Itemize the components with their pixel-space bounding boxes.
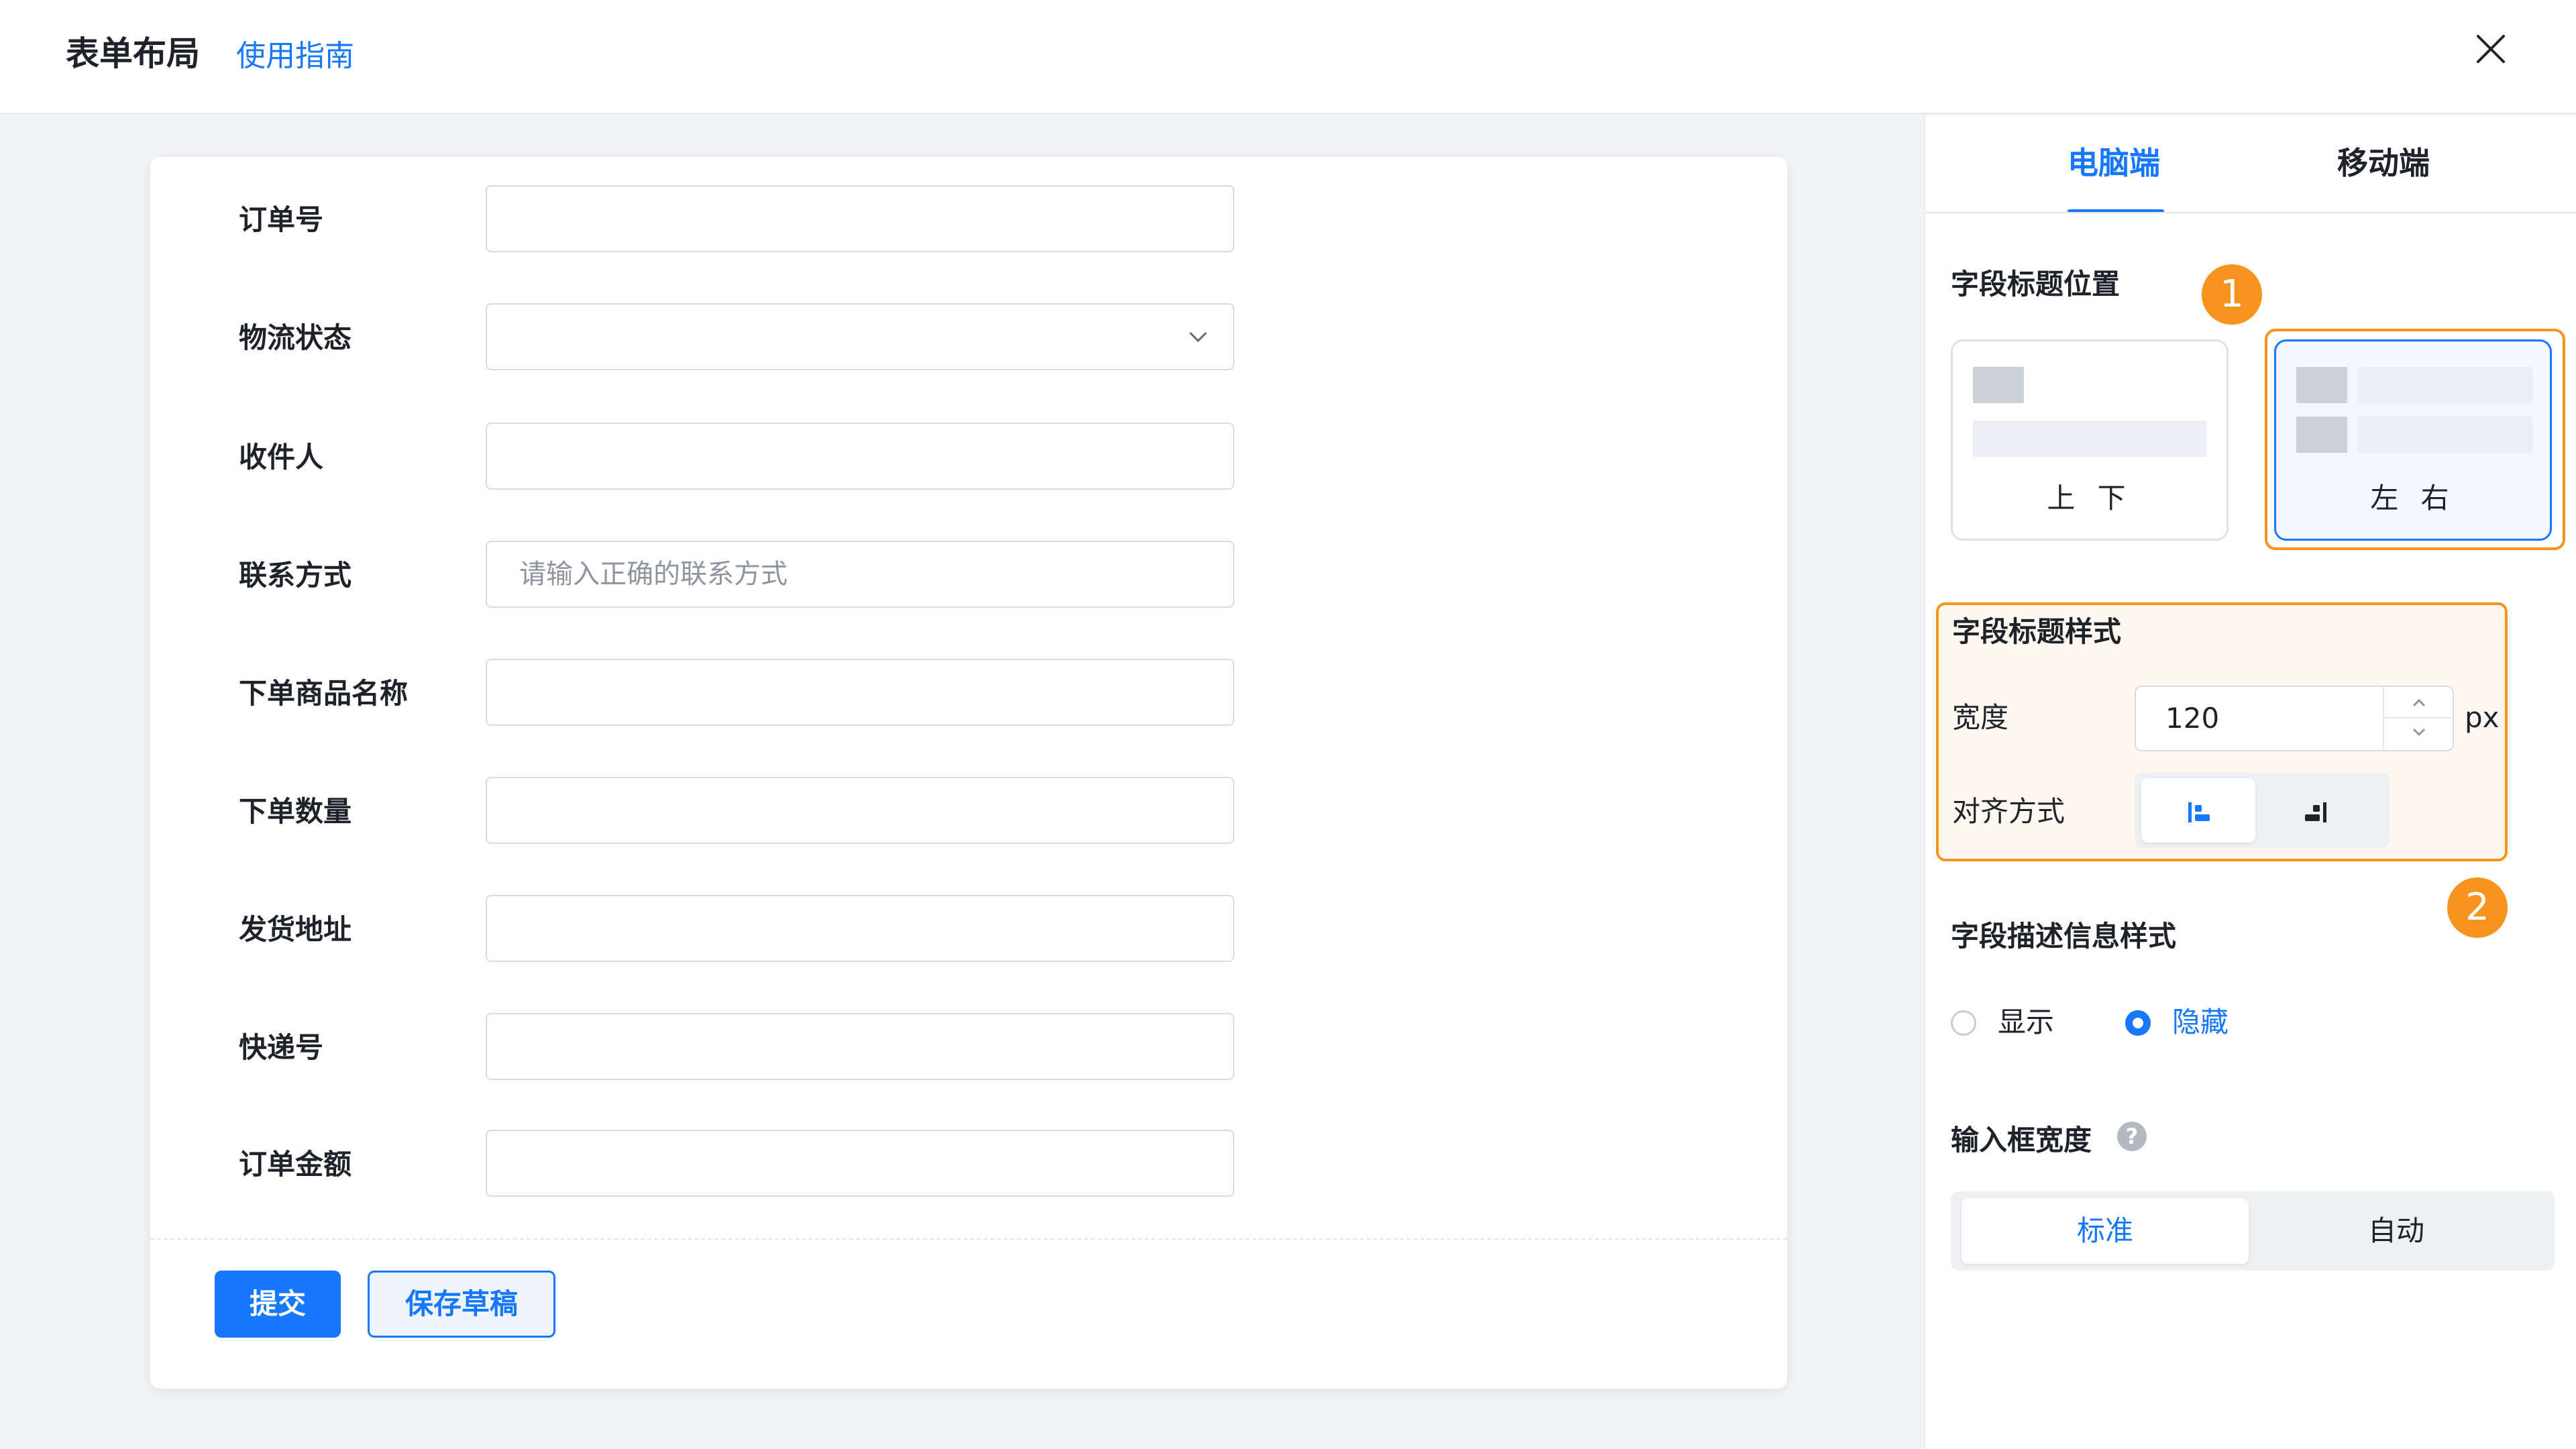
field-label: 订单号 — [239, 203, 324, 236]
width-stepper[interactable]: 120 — [2135, 686, 2454, 751]
form-row-recipient: 收件人 — [150, 423, 1787, 492]
align-left-icon — [2188, 802, 2210, 822]
width-label: 宽度 — [1952, 701, 2009, 734]
width-unit: px — [2465, 701, 2500, 734]
radio-show-label[interactable]: 显示 — [1998, 1004, 2054, 1041]
input-width-heading: 输入框宽度 — [1951, 1124, 2092, 1157]
description-style-heading: 字段描述信息样式 — [1951, 920, 2177, 953]
preview-label-block — [2296, 367, 2347, 403]
align-label: 对齐方式 — [1952, 795, 2065, 828]
layout-settings-panel: 电脑端 移动端 字段标题位置 1 上 下 左 右 字段标题样式 宽度 120 p… — [1924, 115, 2576, 1449]
tabs-divider — [1925, 212, 2576, 213]
radio-hide-label[interactable]: 隐藏 — [2172, 1004, 2229, 1041]
modal-header: 表单布局 使用指南 — [0, 0, 2576, 114]
field-label: 收件人 — [239, 441, 324, 474]
preview-label-block — [1973, 367, 2024, 403]
field-label: 发货地址 — [239, 913, 352, 946]
form-row-product-name: 下单商品名称 — [150, 659, 1787, 729]
form-row-logistics-status: 物流状态 — [150, 303, 1787, 373]
tracking-no-input[interactable] — [486, 1013, 1234, 1080]
width-value: 120 — [2165, 702, 2220, 735]
field-label: 快递号 — [239, 1031, 324, 1064]
increment-button[interactable] — [2384, 687, 2454, 718]
title-style-section: 字段标题样式 宽度 120 px 对齐方式 — [1936, 602, 2508, 861]
form-footer-divider — [150, 1238, 1787, 1240]
align-segmented-control — [2135, 773, 2390, 848]
field-label: 物流状态 — [239, 321, 352, 354]
decrement-button[interactable] — [2384, 718, 2454, 750]
field-label: 联系方式 — [239, 559, 352, 592]
form-row-amount: 订单金额 — [150, 1130, 1787, 1199]
submit-button[interactable]: 提交 — [215, 1271, 341, 1338]
recipient-input[interactable] — [486, 423, 1234, 490]
form-row-contact: 联系方式 请输入正确的联系方式 — [150, 541, 1787, 610]
stepper-controls — [2383, 687, 2454, 750]
guide-link[interactable]: 使用指南 — [236, 38, 354, 75]
tab-mobile[interactable]: 移动端 — [2337, 140, 2430, 186]
position-option-left-right[interactable]: 左 右 — [2274, 339, 2552, 541]
chevron-up-icon — [2412, 698, 2426, 707]
field-label: 订单金额 — [239, 1148, 352, 1181]
logistics-status-select[interactable] — [486, 303, 1234, 370]
quantity-input[interactable] — [486, 777, 1234, 844]
input-width-segmented-control: 标准 自动 — [1951, 1191, 2555, 1271]
step-badge-2: 2 — [2447, 877, 2508, 938]
radio-hide[interactable] — [2125, 1010, 2151, 1036]
title-position-heading: 字段标题位置 — [1951, 268, 2121, 301]
save-draft-button[interactable]: 保存草稿 — [368, 1271, 555, 1338]
preview-label-block — [2296, 417, 2347, 453]
field-label: 下单商品名称 — [239, 677, 409, 710]
product-name-input[interactable] — [486, 659, 1234, 726]
preview-input-block — [1973, 421, 2206, 457]
amount-input[interactable] — [486, 1130, 1234, 1197]
position-option-top-bottom[interactable]: 上 下 — [1951, 339, 2229, 541]
tab-desktop[interactable]: 电脑端 — [2068, 140, 2160, 186]
align-left-button[interactable] — [2141, 778, 2255, 843]
order-no-input[interactable] — [486, 185, 1234, 252]
chevron-down-icon — [1189, 331, 1208, 343]
align-right-button[interactable] — [2259, 778, 2373, 843]
form-row-address: 发货地址 — [150, 895, 1787, 965]
close-icon[interactable] — [2474, 32, 2508, 66]
title-style-heading: 字段标题样式 — [1952, 615, 2122, 648]
form-row-tracking-no: 快递号 — [150, 1013, 1787, 1083]
position-option-label: 左 右 — [2370, 482, 2456, 515]
preview-input-block — [2358, 367, 2532, 403]
field-label: 下单数量 — [239, 795, 352, 828]
position-option-label: 上 下 — [2047, 482, 2133, 515]
radio-show[interactable] — [1951, 1010, 1976, 1036]
input-width-standard-button[interactable]: 标准 — [1962, 1198, 2249, 1264]
form-preview-card: 订单号 物流状态 收件人 联系方式 请输入正确的联系方式 下单商品名称 下单数量… — [150, 157, 1787, 1389]
align-right-icon — [2305, 802, 2326, 822]
form-row-order-no: 订单号 — [150, 185, 1787, 255]
form-row-quantity: 下单数量 — [150, 777, 1787, 847]
address-input[interactable] — [486, 895, 1234, 962]
chevron-down-icon — [2412, 728, 2426, 737]
contact-input[interactable]: 请输入正确的联系方式 — [486, 541, 1234, 608]
step-badge-1: 1 — [2202, 264, 2262, 325]
question-icon[interactable]: ? — [2117, 1122, 2147, 1151]
input-width-auto-button[interactable]: 自动 — [2253, 1198, 2540, 1264]
preview-input-block — [2358, 417, 2532, 453]
modal-title: 表单布局 — [66, 34, 200, 73]
